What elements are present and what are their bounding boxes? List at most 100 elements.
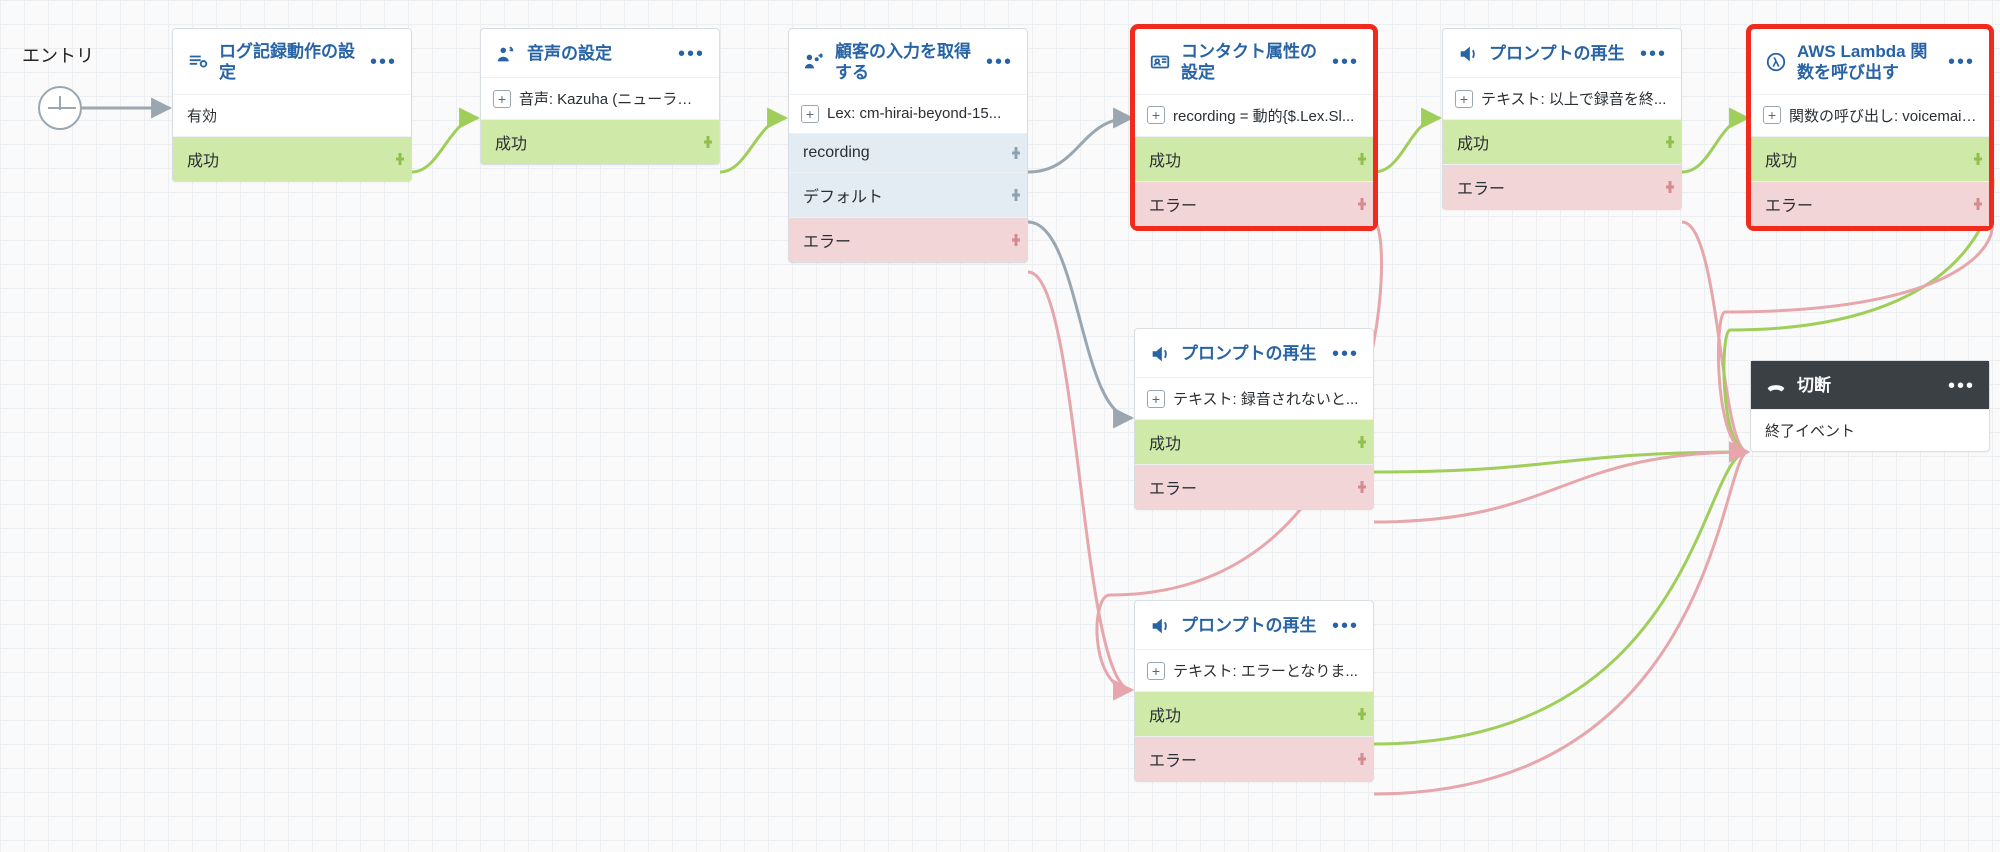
node-menu-button[interactable]: ••• xyxy=(1332,621,1359,631)
node-menu-button[interactable]: ••• xyxy=(986,57,1013,67)
node-body-text: 有効 xyxy=(173,94,411,136)
output-port-icon xyxy=(1356,705,1374,723)
expand-icon: + xyxy=(1147,662,1165,680)
node-header: プロンプトの再生 ••• xyxy=(1443,29,1681,77)
outcome-label: 成功 xyxy=(1457,136,1489,153)
node-play-prompt-3[interactable]: プロンプトの再生 ••• + テキスト: エラーとなりま... 成功 エラー xyxy=(1134,600,1374,782)
outcome-label: 成功 xyxy=(1149,708,1181,725)
entry-label: エントリ xyxy=(22,42,94,68)
outcome-label: エラー xyxy=(1765,198,1813,215)
node-title: 切断 xyxy=(1797,375,1938,396)
node-header: プロンプトの再生 ••• xyxy=(1135,601,1373,649)
node-detail-row[interactable]: + Lex: cm-hirai-beyond-15... xyxy=(789,94,1027,133)
node-detail-row[interactable]: + テキスト: 以上で録音を終... xyxy=(1443,77,1681,119)
node-play-prompt-2[interactable]: プロンプトの再生 ••• + テキスト: 録音されないと... 成功 エラー xyxy=(1134,328,1374,510)
output-port-icon xyxy=(1010,186,1028,204)
node-title: 音声の設定 xyxy=(527,43,668,64)
node-play-prompt-1[interactable]: プロンプトの再生 ••• + テキスト: 以上で録音を終... 成功 エラー xyxy=(1442,28,1682,210)
node-get-input[interactable]: 顧客の入力を取得する ••• + Lex: cm-hirai-beyond-15… xyxy=(788,28,1028,263)
output-port-icon xyxy=(702,133,720,151)
node-detail-text: テキスト: 以上で録音を終... xyxy=(1481,88,1666,109)
node-voice[interactable]: 音声の設定 ••• + 音声: Kazuha (ニューラル:... 成功 xyxy=(480,28,720,165)
node-header: 顧客の入力を取得する ••• xyxy=(789,29,1027,94)
outcome-success[interactable]: 成功 xyxy=(481,119,719,164)
node-menu-button[interactable]: ••• xyxy=(1948,57,1975,67)
node-detail-text: テキスト: エラーとなりま... xyxy=(1173,660,1358,681)
flow-canvas[interactable]: エントリ ログ記録動作の設定 ••• 有効 成功 音声の設定 ••• + 音声:… xyxy=(0,0,2000,852)
output-port-icon xyxy=(1972,195,1990,213)
node-detail-row[interactable]: + テキスト: エラーとなりま... xyxy=(1135,649,1373,691)
output-port-icon xyxy=(1356,750,1374,768)
output-port-icon xyxy=(1010,231,1028,249)
output-port-icon xyxy=(1664,178,1682,196)
outcome-label: 成功 xyxy=(1765,153,1797,170)
outcome-success[interactable]: 成功 xyxy=(1443,119,1681,164)
entry-node[interactable] xyxy=(38,86,82,130)
expand-icon: + xyxy=(1147,106,1165,124)
people-arrow-icon xyxy=(803,51,825,73)
expand-icon: + xyxy=(801,105,819,123)
node-header: コンタクト属性の設定 ••• xyxy=(1135,29,1373,94)
node-detail-row[interactable]: + テキスト: 録音されないと... xyxy=(1135,377,1373,419)
outcome-recording[interactable]: recording xyxy=(789,133,1027,172)
outcome-label: エラー xyxy=(1149,198,1197,215)
speaker-icon xyxy=(1457,43,1479,65)
output-port-icon xyxy=(1356,150,1374,168)
outcome-label: 成功 xyxy=(1149,153,1181,170)
lambda-icon xyxy=(1765,51,1787,73)
output-port-icon xyxy=(1972,150,1990,168)
node-menu-button[interactable]: ••• xyxy=(1332,349,1359,359)
expand-icon: + xyxy=(1455,90,1473,108)
node-header: 切断 ••• xyxy=(1751,361,1989,409)
node-lambda[interactable]: AWS Lambda 関数を呼び出す ••• + 関数の呼び出し: voicem… xyxy=(1750,28,1990,227)
hangup-icon xyxy=(1765,375,1787,397)
outcome-success[interactable]: 成功 xyxy=(1135,136,1373,181)
outcome-default[interactable]: デフォルト xyxy=(789,172,1027,217)
node-detail-text: Lex: cm-hirai-beyond-15... xyxy=(827,105,1001,122)
outcome-label: 成功 xyxy=(187,153,219,170)
speaker-icon xyxy=(1149,343,1171,365)
outcome-error[interactable]: エラー xyxy=(1751,181,1989,226)
node-menu-button[interactable]: ••• xyxy=(1948,381,1975,391)
outcome-success[interactable]: 成功 xyxy=(1135,691,1373,736)
node-header: プロンプトの再生 ••• xyxy=(1135,329,1373,377)
node-menu-button[interactable]: ••• xyxy=(1640,49,1667,59)
node-title: プロンプトの再生 xyxy=(1181,343,1322,364)
node-detail-text: テキスト: 録音されないと... xyxy=(1173,388,1358,409)
node-header: ログ記録動作の設定 ••• xyxy=(173,29,411,94)
outcome-error[interactable]: エラー xyxy=(1443,164,1681,209)
expand-icon: + xyxy=(1763,106,1781,124)
node-detail-row[interactable]: + recording = 動的{$.Lex.Sl... xyxy=(1135,94,1373,136)
node-disconnect[interactable]: 切断 ••• 終了イベント xyxy=(1750,360,1990,452)
outcome-label: 成功 xyxy=(495,136,527,153)
node-detail-row[interactable]: + 関数の呼び出し: voicemail... xyxy=(1751,94,1989,136)
node-header: AWS Lambda 関数を呼び出す ••• xyxy=(1751,29,1989,94)
node-detail-row[interactable]: + 音声: Kazuha (ニューラル:... xyxy=(481,77,719,119)
node-menu-button[interactable]: ••• xyxy=(678,49,705,59)
output-port-icon xyxy=(1664,133,1682,151)
output-port-icon xyxy=(1356,195,1374,213)
list-settings-icon xyxy=(187,51,209,73)
outcome-label: recording xyxy=(803,144,870,161)
node-menu-button[interactable]: ••• xyxy=(1332,57,1359,67)
outcome-success[interactable]: 成功 xyxy=(173,136,411,181)
node-menu-button[interactable]: ••• xyxy=(370,57,397,67)
outcome-label: 成功 xyxy=(1149,436,1181,453)
node-title: プロンプトの再生 xyxy=(1181,615,1322,636)
node-detail-text: 音声: Kazuha (ニューラル:... xyxy=(519,88,707,109)
expand-icon: + xyxy=(493,90,511,108)
node-header: 音声の設定 ••• xyxy=(481,29,719,77)
outcome-error[interactable]: エラー xyxy=(1135,736,1373,781)
id-card-icon xyxy=(1149,51,1171,73)
node-logging[interactable]: ログ記録動作の設定 ••• 有効 成功 xyxy=(172,28,412,182)
outcome-error[interactable]: エラー xyxy=(1135,181,1373,226)
node-detail-text: 関数の呼び出し: voicemail... xyxy=(1789,105,1977,126)
outcome-error[interactable]: エラー xyxy=(1135,464,1373,509)
outcome-success[interactable]: 成功 xyxy=(1751,136,1989,181)
node-title: ログ記録動作の設定 xyxy=(219,41,360,84)
outcome-success[interactable]: 成功 xyxy=(1135,419,1373,464)
outcome-error[interactable]: エラー xyxy=(789,217,1027,262)
outcome-label: エラー xyxy=(1149,753,1197,770)
speaker-icon xyxy=(1149,615,1171,637)
node-set-attributes[interactable]: コンタクト属性の設定 ••• + recording = 動的{$.Lex.Sl… xyxy=(1134,28,1374,227)
